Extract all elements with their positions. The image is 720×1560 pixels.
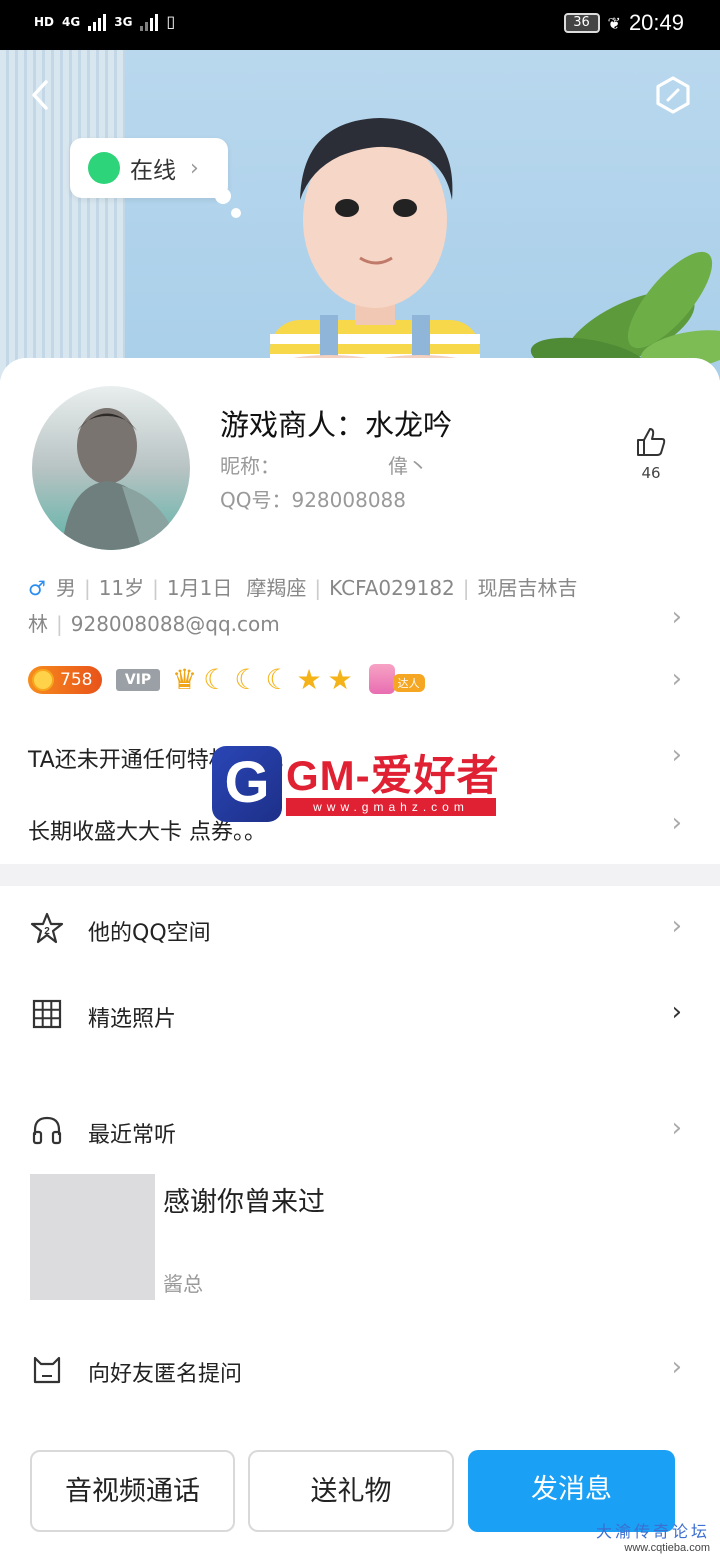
chevron-right-icon[interactable]: › bbox=[672, 808, 682, 838]
avatar-portrait-image bbox=[62, 408, 182, 550]
age: 11岁 bbox=[98, 576, 145, 600]
battery-indicator: 36 bbox=[563, 13, 600, 33]
nickname-label: 昵称： bbox=[220, 454, 280, 478]
chevron-right-icon: › bbox=[671, 911, 682, 941]
daren-label: 达人 bbox=[392, 674, 425, 692]
album-cover[interactable] bbox=[30, 1174, 155, 1300]
profile-info-line: ♂ 男 | 11岁 | 1月1日 摩羯座 | KCFA029182 | 现居吉林吉 bbox=[28, 576, 578, 600]
network-3g-label: 3G bbox=[114, 14, 133, 29]
profile-code: KCFA029182 bbox=[329, 576, 455, 600]
nickname-value: 偉丶 bbox=[388, 454, 428, 478]
3d-avatar-image bbox=[260, 118, 490, 380]
residence: 现居吉林吉 bbox=[477, 576, 578, 600]
watermark-url: www.gmahz.com bbox=[286, 798, 496, 816]
qq-value: 928008088 bbox=[291, 488, 407, 512]
residence-continued: 林 bbox=[28, 612, 48, 636]
profile-banner: 在线 › bbox=[0, 50, 720, 380]
nickname-row: 昵称： 偉丶 bbox=[220, 450, 520, 479]
gm-watermark-logo: G GM-爱好者 www.gmahz.com bbox=[212, 738, 502, 826]
qzone-row[interactable]: 2 他的QQ空间 › bbox=[0, 899, 720, 959]
clock: 20:49 bbox=[628, 10, 684, 35]
watermark-letter: G bbox=[212, 746, 282, 822]
anonymous-question-row[interactable]: 向好友匿名提问 › bbox=[0, 1340, 720, 1400]
watermark-title: GM-爱好者 bbox=[286, 752, 500, 799]
status-bar: HD 4G 3G ▯ 36 ❦ 20:49 bbox=[0, 0, 720, 50]
moon-icon: ☾ bbox=[265, 663, 291, 696]
qq-number-row: QQ号：928008088 bbox=[220, 484, 406, 513]
star-icon: ★ bbox=[327, 663, 353, 696]
coin-icon bbox=[32, 669, 54, 691]
like-count: 46 bbox=[641, 464, 661, 482]
thumbs-up-icon bbox=[637, 428, 666, 456]
photos-label: 精选照片 bbox=[88, 1007, 177, 1032]
recent-music-row[interactable]: 最近常听 › bbox=[0, 1101, 720, 1161]
email: 928008088@qq.com bbox=[70, 612, 280, 636]
birthday: 1月1日 bbox=[166, 576, 233, 600]
hd-indicator: HD bbox=[34, 14, 55, 29]
cat-ears-box-icon bbox=[33, 1356, 61, 1384]
vibrate-icon: ▯ bbox=[166, 12, 176, 31]
headphones-icon bbox=[32, 1116, 62, 1145]
chevron-right-icon[interactable]: › bbox=[672, 602, 682, 632]
thought-dot bbox=[215, 188, 231, 204]
qzone-label: 他的QQ空间 bbox=[88, 921, 211, 946]
coin-count: 758 bbox=[60, 670, 93, 690]
signal-icon bbox=[140, 13, 159, 31]
video-call-button[interactable]: 音视频通话 bbox=[30, 1450, 235, 1532]
signal-icon bbox=[88, 13, 107, 31]
profile-card: 游戏商人：水龙吟 昵称： 偉丶 QQ号：928008088 46 ♂ 男 | 11岁 |… bbox=[0, 358, 720, 1560]
chevron-right-icon: › bbox=[671, 1352, 682, 1382]
profile-info-line-2: 林 | 928008088@qq.com bbox=[28, 612, 280, 636]
coin-badge: 758 bbox=[28, 666, 102, 694]
qzone-star-icon: 2 bbox=[30, 912, 64, 944]
song-title[interactable]: 感谢你曾来过 bbox=[163, 1180, 325, 1219]
chevron-right-icon[interactable]: › bbox=[672, 664, 682, 694]
section-divider bbox=[0, 864, 720, 886]
send-gift-button[interactable]: 送礼物 bbox=[248, 1450, 454, 1532]
online-status-label: 在线 bbox=[130, 158, 176, 184]
recent-music-label: 最近常听 bbox=[88, 1123, 177, 1148]
profile-name: 游戏商人：水龙吟 bbox=[220, 408, 453, 442]
song-artist: 酱总 bbox=[163, 1272, 203, 1296]
grid-icon bbox=[32, 999, 62, 1029]
network-4g-label: 4G bbox=[62, 14, 81, 29]
window-blinds bbox=[0, 50, 125, 380]
chevron-right-icon: › bbox=[671, 997, 682, 1027]
vip-badge: VIP bbox=[116, 669, 160, 691]
forum-watermark: 大渝传奇论坛 www.cqtieba.com bbox=[596, 1518, 710, 1554]
online-status-bubble[interactable]: 在线 › bbox=[70, 138, 228, 198]
crown-icon: ♛ bbox=[172, 663, 198, 696]
settings-hexagon-icon[interactable] bbox=[654, 76, 692, 114]
avatar[interactable] bbox=[32, 386, 190, 550]
photos-row[interactable]: 精选照片 › bbox=[0, 985, 720, 1045]
svg-text:2: 2 bbox=[44, 926, 50, 937]
chevron-right-icon: › bbox=[190, 155, 199, 181]
chevron-right-icon: › bbox=[671, 1113, 682, 1143]
network-indicators: HD 4G 3G ▯ bbox=[34, 12, 175, 31]
qq-label: QQ号： bbox=[220, 488, 292, 512]
daren-badge: 达人 bbox=[368, 664, 427, 696]
like-button[interactable]: 46 bbox=[630, 426, 672, 482]
moon-icon: ☾ bbox=[203, 663, 229, 696]
daren-icon bbox=[368, 664, 395, 694]
badges-row[interactable]: 758 VIP ♛ ☾ ☾ ☾ ★ ★ 达人 bbox=[28, 664, 427, 696]
online-dot-icon bbox=[88, 152, 120, 184]
male-icon: ♂ bbox=[28, 576, 46, 600]
forum-url: www.cqtieba.com bbox=[624, 1542, 710, 1554]
leaf-icon: ❦ bbox=[607, 13, 621, 33]
zodiac: 摩羯座 bbox=[246, 576, 307, 600]
forum-name: 大渝传奇论坛 bbox=[595, 1522, 710, 1541]
thought-dot bbox=[231, 208, 241, 218]
gender: 男 bbox=[55, 576, 76, 600]
back-arrow-icon[interactable] bbox=[24, 78, 58, 112]
anonymous-question-label: 向好友匿名提问 bbox=[88, 1362, 243, 1387]
star-icon: ★ bbox=[296, 663, 322, 696]
plant-decoration bbox=[530, 251, 720, 380]
moon-icon: ☾ bbox=[234, 663, 260, 696]
chevron-right-icon[interactable]: › bbox=[672, 740, 682, 770]
